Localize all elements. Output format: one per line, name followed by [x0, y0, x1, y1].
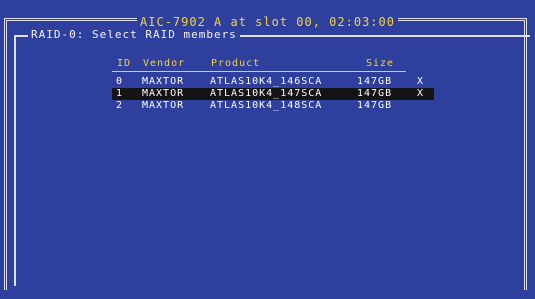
member-mark: X	[417, 88, 425, 99]
table-row[interactable]: 0 MAXTOR ATLAS10K4_146SCA 147GB X	[112, 76, 434, 88]
table-row[interactable]: 2 MAXTOR ATLAS10K4_148SCA 147GB	[112, 100, 434, 112]
drive-product: ATLAS10K4_146SCA	[210, 76, 323, 87]
drive-size: 147GB	[357, 100, 393, 111]
drive-product: ATLAS10K4_147SCA	[210, 88, 323, 99]
column-header-id: ID	[117, 58, 132, 69]
bios-screen: AIC-7902 A at slot 00, 02:03:00 RAID-0: …	[0, 0, 535, 299]
drive-id: 2	[116, 100, 124, 111]
column-header-product: Product	[211, 58, 261, 69]
drive-vendor: MAXTOR	[142, 88, 185, 99]
header-underline	[112, 71, 406, 72]
drive-size: 147GB	[357, 76, 393, 87]
drive-vendor: MAXTOR	[142, 100, 185, 111]
column-header-size: Size	[366, 58, 395, 69]
column-header-vendor: Vendor	[143, 58, 186, 69]
drive-vendor: MAXTOR	[142, 76, 185, 87]
member-mark: X	[417, 76, 425, 87]
drive-id: 1	[116, 88, 124, 99]
drive-size: 147GB	[357, 88, 393, 99]
table-row[interactable]: 1 MAXTOR ATLAS10K4_147SCA 147GB X	[112, 88, 434, 100]
dialog-frame	[14, 35, 530, 286]
dialog-title: RAID-0: Select RAID members	[28, 28, 240, 42]
drive-id: 0	[116, 76, 124, 87]
drive-product: ATLAS10K4_148SCA	[210, 100, 323, 111]
